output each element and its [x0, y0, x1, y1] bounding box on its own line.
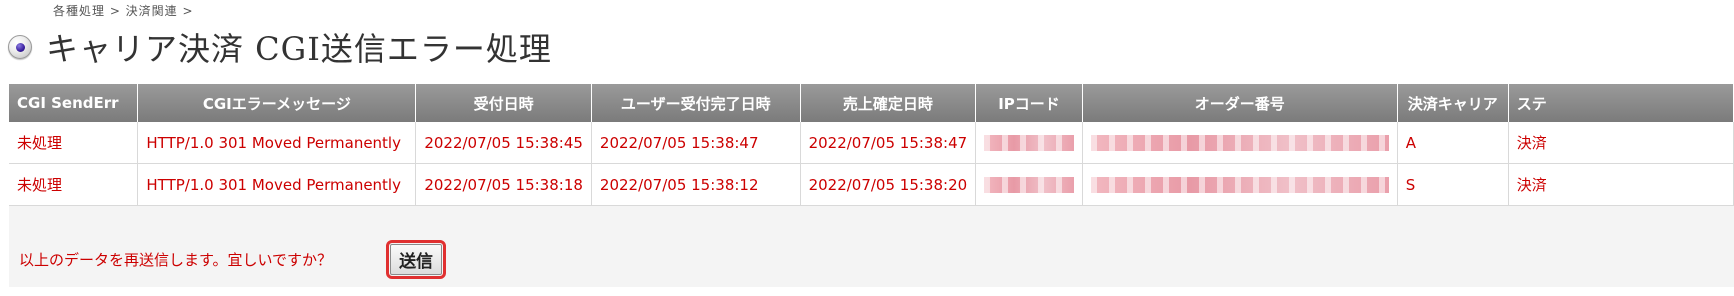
page-title: キャリア決済 CGI送信エラー処理: [46, 30, 552, 68]
column-header-user-completed-datetime: ユーザー受付完了日時: [591, 84, 801, 122]
column-header-received-datetime: 受付日時: [415, 84, 592, 122]
column-header-sales-confirmed-datetime: 売上確定日時: [800, 84, 977, 122]
column-header-payment-carrier: 決済キャリア: [1397, 84, 1509, 122]
redacted-order-number: [1090, 177, 1389, 193]
cell-user-completed-datetime: 2022/07/05 15:38:47: [591, 122, 801, 164]
cell-cgi-senderr: 未処理: [9, 122, 139, 164]
cell-order-number: [1082, 163, 1398, 206]
breadcrumb: 各種処理 > 決済関連 >: [53, 4, 194, 18]
table-row: 未処理 HTTP/1.0 301 Moved Permanently 2022/…: [9, 122, 1734, 164]
cell-cgi-senderr: 未処理: [9, 163, 139, 206]
title-row: キャリア決済 CGI送信エラー処理: [8, 24, 552, 70]
column-header-cgi-senderr: CGI SendErr: [9, 84, 139, 122]
cell-ip-code: [975, 163, 1083, 206]
cell-order-number: [1082, 122, 1398, 164]
cell-payment-carrier: A: [1397, 122, 1509, 164]
redacted-ip-code: [984, 177, 1074, 193]
redacted-ip-code: [984, 135, 1074, 151]
cell-error-message: HTTP/1.0 301 Moved Permanently: [137, 122, 417, 164]
table-row: 未処理 HTTP/1.0 301 Moved Permanently 2022/…: [9, 163, 1734, 206]
error-table: CGI SendErr CGIエラーメッセージ 受付日時 ユーザー受付完了日時 …: [9, 84, 1734, 206]
cell-sales-confirmed-datetime: 2022/07/05 15:38:20: [800, 163, 977, 206]
column-header-ip-code: IPコード: [975, 84, 1083, 122]
cell-error-message: HTTP/1.0 301 Moved Permanently: [137, 163, 417, 206]
column-header-order-number: オーダー番号: [1082, 84, 1398, 122]
cell-received-datetime: 2022/07/05 15:38:18: [415, 163, 592, 206]
bullet-icon: [8, 35, 32, 59]
table-header-row: CGI SendErr CGIエラーメッセージ 受付日時 ユーザー受付完了日時 …: [9, 84, 1734, 122]
cell-user-completed-datetime: 2022/07/05 15:38:12: [591, 163, 801, 206]
cell-sales-confirmed-datetime: 2022/07/05 15:38:47: [800, 122, 977, 164]
column-header-cgi-error-message: CGIエラーメッセージ: [137, 84, 417, 122]
cell-status: 決済: [1508, 122, 1734, 164]
confirm-row: 以上のデータを再送信します。宜しいですか？ 送信: [19, 240, 447, 279]
cell-payment-carrier: S: [1397, 163, 1509, 206]
cell-received-datetime: 2022/07/05 15:38:45: [415, 122, 592, 164]
confirm-message: 以上のデータを再送信します。宜しいですか？: [19, 251, 333, 269]
column-header-status: ステ: [1508, 84, 1734, 122]
cell-ip-code: [975, 122, 1083, 164]
redacted-order-number: [1090, 135, 1389, 151]
cell-status: 決済: [1508, 163, 1734, 206]
send-button[interactable]: 送信: [386, 240, 447, 279]
